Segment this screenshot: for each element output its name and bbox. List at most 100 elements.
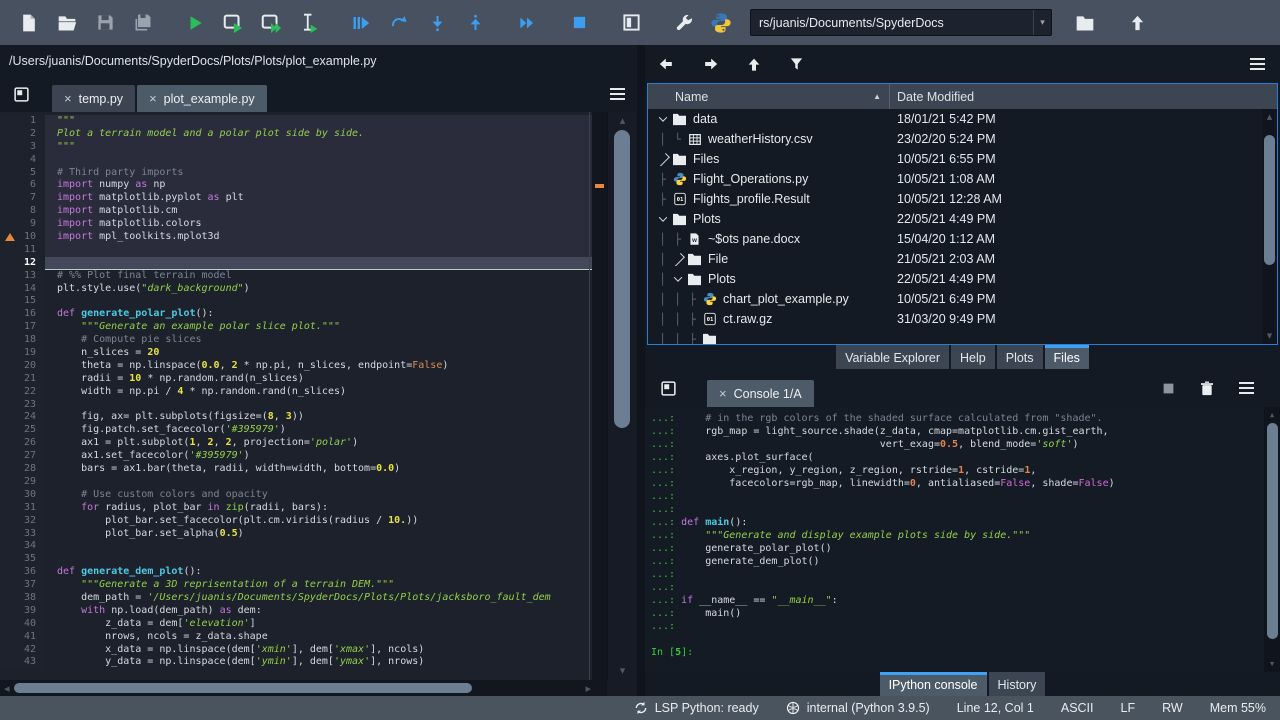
run-cell-button[interactable]: [214, 5, 252, 41]
chevron-down-icon[interactable]: [658, 213, 666, 221]
editor-line[interactable]: 29: [0, 476, 592, 489]
file-row[interactable]: ├01Flights_profile.Result10/05/21 12:28 …: [648, 189, 1277, 209]
editor-line[interactable]: 13# %% Plot final terrain model: [0, 270, 592, 283]
pane-tab-variable-explorer[interactable]: Variable Explorer: [836, 345, 949, 369]
editor-line[interactable]: 24 fig, ax= plt.subplots(figsize=(8, 3)): [0, 411, 592, 424]
editor-line[interactable]: 25 fig.patch.set_facecolor('#395979'): [0, 424, 592, 437]
browse-directory-button[interactable]: [1066, 5, 1104, 41]
file-row[interactable]: │Plots22/05/21 4:49 PM: [648, 269, 1277, 289]
file-row[interactable]: │File21/05/21 2:03 AM: [648, 249, 1277, 269]
pane-splitter[interactable]: [637, 45, 645, 696]
editor-line[interactable]: 3""": [0, 141, 592, 154]
scrollbar-thumb[interactable]: [14, 683, 472, 693]
close-icon[interactable]: ×: [64, 92, 72, 105]
scroll-up-arrow-icon[interactable]: ▴: [608, 114, 637, 128]
scrollbar-thumb[interactable]: [1264, 135, 1275, 265]
file-row[interactable]: Files10/05/21 6:55 PM: [648, 149, 1277, 169]
scroll-up-arrow-icon[interactable]: ▴: [1264, 408, 1280, 422]
pane-tab-help[interactable]: Help: [951, 345, 995, 369]
close-icon[interactable]: ×: [719, 387, 727, 400]
editor-line[interactable]: 37 """Generate a 3D reprisentation of a …: [0, 579, 592, 592]
console-vertical-scrollbar[interactable]: ▴ ▾: [1264, 407, 1280, 672]
scroll-down-arrow-icon[interactable]: ▾: [608, 664, 637, 678]
filter-button[interactable]: [789, 56, 804, 72]
editor-line[interactable]: 7import matplotlib.pyplot as plt: [0, 192, 592, 205]
editor-horizontal-scrollbar[interactable]: ◂ ▸: [0, 680, 637, 696]
editor-line[interactable]: 27 ax1.set_facecolor('#395979'): [0, 450, 592, 463]
editor-line[interactable]: 6import numpy as np: [0, 179, 592, 192]
chevron-right-icon[interactable]: [670, 253, 685, 266]
permissions-status[interactable]: RW: [1162, 701, 1183, 715]
file-row[interactable]: ││├01ct.raw.gz31/03/20 9:49 PM: [648, 309, 1277, 329]
interrupt-kernel-icon[interactable]: [1162, 382, 1175, 395]
pane-options-icon[interactable]: [653, 373, 683, 403]
tab-temp-py[interactable]: × temp.py: [52, 85, 135, 112]
column-header-date[interactable]: Date Modified: [890, 90, 1277, 104]
editor-line[interactable]: 17 """Generate an example polar slice pl…: [0, 321, 592, 334]
continue-button[interactable]: [508, 5, 546, 41]
editor-line[interactable]: 41 nrows, ncols = z_data.shape: [0, 631, 592, 644]
files-vertical-scrollbar[interactable]: ▴ ▾: [1262, 109, 1277, 344]
scroll-right-arrow-icon[interactable]: ▸: [585, 680, 591, 696]
debug-run-button[interactable]: [342, 5, 380, 41]
save-button[interactable]: [86, 5, 124, 41]
warning-flag[interactable]: [595, 184, 604, 188]
editor-line[interactable]: 43 y_data = np.linspace(dem['ymin'], dem…: [0, 656, 592, 669]
stop-button[interactable]: [560, 5, 598, 41]
chevron-down-icon[interactable]: [658, 113, 666, 121]
editor-line[interactable]: 10import mpl_toolkits.mplot3d: [0, 231, 592, 244]
pane-tab-files[interactable]: Files: [1045, 345, 1089, 369]
console-output[interactable]: ...: # in the rgb colors of the shaded s…: [645, 407, 1280, 672]
file-row[interactable]: │└weatherHistory.csv23/02/20 5:24 PM: [648, 129, 1277, 149]
editor-line[interactable]: 20 theta = np.linspace(0.0, 2 * np.pi, n…: [0, 360, 592, 373]
file-row[interactable]: ├Flight_Operations.py10/05/21 1:08 AM: [648, 169, 1277, 189]
editor-line[interactable]: 21 radii = 10 * np.random.rand(n_slices): [0, 373, 592, 386]
file-row[interactable]: ││├: [648, 329, 1277, 344]
editor-line[interactable]: 16def generate_polar_plot():: [0, 308, 592, 321]
lsp-status[interactable]: LSP Python: ready: [634, 701, 759, 715]
editor-line[interactable]: 28 bars = ax1.bar(theta, radii, width=wi…: [0, 463, 592, 476]
scroll-down-arrow-icon[interactable]: ▾: [1262, 329, 1277, 343]
forward-button[interactable]: [702, 56, 719, 72]
scroll-down-arrow-icon[interactable]: ▾: [1264, 657, 1280, 671]
editor-line[interactable]: 14plt.style.use("dark_background"): [0, 283, 592, 296]
editor-line[interactable]: 39 with np.load(dem_path) as dem:: [0, 605, 592, 618]
rerun-cell-button[interactable]: [380, 5, 418, 41]
editor-line[interactable]: 12: [0, 257, 592, 270]
interpreter-status[interactable]: internal (Python 3.9.5): [786, 701, 930, 715]
editor-line[interactable]: 8import matplotlib.cm: [0, 205, 592, 218]
editor-line[interactable]: 18 # Compute pie slices: [0, 334, 592, 347]
preferences-button[interactable]: [664, 5, 702, 41]
editor-line[interactable]: 23: [0, 399, 592, 412]
code-editor[interactable]: 1"""2Plot a terrain model and a polar pl…: [0, 112, 637, 680]
chevron-down-icon[interactable]: ▾: [1033, 10, 1051, 35]
tab-console-1a[interactable]: × Console 1/A: [707, 380, 814, 407]
editor-line[interactable]: 11: [0, 244, 592, 257]
file-row[interactable]: │├w~$ots pane.docx15/04/20 1:12 AM: [648, 229, 1277, 249]
editor-line[interactable]: 35: [0, 553, 592, 566]
scrollbar-thumb[interactable]: [614, 130, 630, 428]
close-icon[interactable]: ×: [149, 92, 157, 105]
editor-line[interactable]: 26 ax1 = plt.subplot(1, 2, 2, projection…: [0, 437, 592, 450]
editor-line[interactable]: 34: [0, 540, 592, 553]
editor-line[interactable]: 42 x_data = np.linspace(dem['xmin'], dem…: [0, 644, 592, 657]
pane-options-icon[interactable]: [6, 79, 36, 109]
pane-tab-history[interactable]: History: [989, 672, 1046, 696]
editor-line[interactable]: 2Plot a terrain model and a polar plot s…: [0, 128, 592, 141]
pane-tab-ipython-console[interactable]: IPython console: [880, 672, 987, 696]
chevron-right-icon[interactable]: [655, 153, 670, 166]
editor-line[interactable]: 1""": [0, 115, 592, 128]
editor-line[interactable]: 38 dem_path = '/Users/juanis/Documents/S…: [0, 592, 592, 605]
run-cell-advance-button[interactable]: [252, 5, 290, 41]
editor-line[interactable]: 5# Third party imports: [0, 167, 592, 180]
file-row[interactable]: Plots22/05/21 4:49 PM: [648, 209, 1277, 229]
pane-tab-plots[interactable]: Plots: [997, 345, 1043, 369]
step-out-button[interactable]: [456, 5, 494, 41]
console-menu-button[interactable]: [1239, 382, 1254, 395]
scroll-left-arrow-icon[interactable]: ◂: [4, 680, 10, 696]
file-row[interactable]: ││├chart_plot_example.py10/05/21 6:49 PM: [648, 289, 1277, 309]
parent-folder-button[interactable]: [746, 56, 762, 72]
new-file-button[interactable]: [10, 5, 48, 41]
editor-line[interactable]: 40 z_data = dem['elevation']: [0, 618, 592, 631]
chevron-down-icon[interactable]: [673, 273, 681, 281]
